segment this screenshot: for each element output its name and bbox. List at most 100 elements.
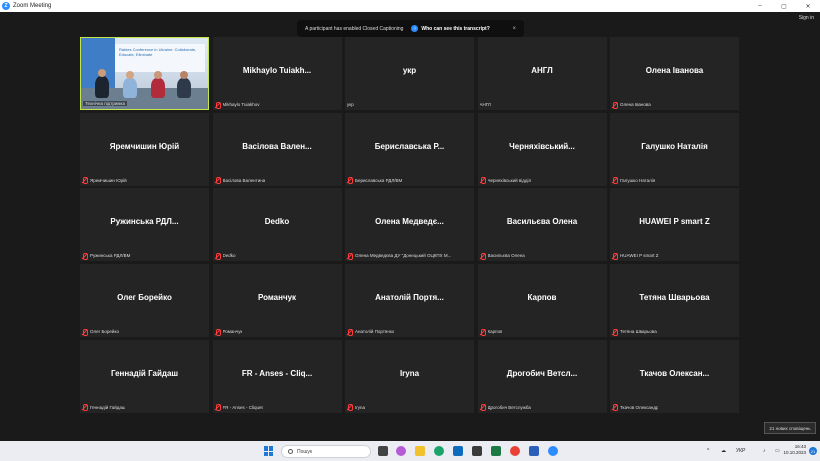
participant-tile[interactable]: Васілова Вален... Васілова Валентина — [212, 112, 342, 186]
participant-display-name: Черняхівський... — [509, 141, 575, 151]
participant-tile[interactable]: Mikhaylo Tuiakh... Mikhaylo Tuiakhov — [212, 37, 342, 110]
edge-browser-icon[interactable] — [434, 446, 444, 456]
caption-notification: A participant has enabled Closed Caption… — [297, 20, 524, 37]
participant-label-text: Ружинська РДЛ/ВМ — [90, 253, 131, 259]
participant-label-text: Dedko — [222, 253, 236, 259]
participant-tile[interactable]: Олег Борейко Олег Борейко — [80, 264, 209, 338]
participant-display-name: Карпов — [527, 293, 557, 303]
participant-tile[interactable]: Олена Іванова Олена Іванова — [610, 37, 739, 110]
participant-label-text: FR - Anses - Cliquet — [222, 404, 263, 410]
participant-label-text: HUAWEI P smart Z — [620, 253, 659, 259]
participant-name-label: Технічна підтримка — [83, 100, 128, 107]
participant-display-name: Бериславська Р... — [374, 141, 445, 151]
notification-toast[interactable]: 21 нових сповіщень — [764, 422, 816, 434]
participant-tile[interactable]: Олена Медведє... Олена Медведєва ДУ "Доне… — [345, 188, 474, 262]
participant-display-name: Mikhaylo Tuiakh... — [242, 66, 312, 75]
chrome-icon[interactable] — [510, 446, 520, 456]
participant-display-name: Геннадій Гайдаш — [110, 368, 179, 378]
muted-mic-icon — [612, 177, 618, 185]
copilot-icon[interactable] — [396, 446, 406, 456]
participant-label-text: Геннадій Гайдаш — [90, 404, 126, 410]
video-banner-text: Rabies Conference in Ukraine: Collaborat… — [119, 47, 197, 57]
participant-name-label: Геннадій Гайдаш — [82, 404, 126, 412]
participant-tile[interactable]: Яремчишин Юрій Яремчишин Юрій — [80, 112, 209, 186]
participant-tile[interactable]: Карпов Карпов — [477, 264, 607, 338]
participant-tile[interactable]: Геннадій Гайдаш Геннадій Гайдаш — [80, 339, 209, 413]
taskbar-clock[interactable]: 16:43 10.10.2023 — [783, 444, 806, 456]
person-figure — [123, 78, 137, 98]
notification-count-badge[interactable]: 21 — [809, 447, 817, 455]
muted-mic-icon — [82, 252, 88, 260]
participant-tile[interactable]: Ружинська РДЛ... Ружинська РДЛ/ВМ — [80, 188, 209, 262]
tray-chevron-icon[interactable]: ^ — [707, 441, 709, 461]
excel-icon[interactable] — [491, 446, 501, 456]
participant-tile[interactable]: Анатолій Портя... Анатолій Портянко — [345, 264, 474, 338]
participant-tile[interactable]: FR - Anses - Cliq... FR - Anses - Cliquet — [212, 339, 342, 413]
search-icon — [288, 449, 293, 454]
participant-name-label: Mikhaylo Tuiakhov — [215, 101, 260, 109]
participant-label-text: Яремчишин Юрій — [90, 177, 127, 183]
participant-label-text: Васильєва Олена — [487, 253, 525, 259]
file-explorer-icon[interactable] — [415, 446, 425, 456]
participant-tile[interactable]: Дрогобич Ветсл... Дрогобич Ветслужба — [477, 339, 607, 413]
muted-mic-icon — [215, 252, 221, 260]
participant-display-name: Яремчишин Юрій — [109, 141, 180, 151]
participant-tile[interactable]: укр укр — [345, 37, 474, 110]
participant-tile[interactable]: Бериславська Р... Бериславська РДЛ/ВМ — [345, 112, 474, 186]
muted-mic-icon — [347, 404, 353, 412]
person-figure — [95, 76, 109, 98]
maximize-button[interactable]: ▢ — [772, 0, 796, 12]
participant-tile[interactable]: Ткачов Олексан... Ткачов Олександр — [610, 339, 739, 413]
transcript-visibility-link[interactable]: Who can see this transcript? — [421, 26, 489, 32]
outlook-icon[interactable] — [453, 446, 463, 456]
language-indicator[interactable]: УКР — [736, 441, 745, 461]
close-notification-button[interactable]: × — [512, 26, 516, 32]
participant-name-label: АНГЛ — [480, 101, 491, 108]
participant-tile[interactable]: Черняхівський... Черняхівський відділ — [477, 112, 607, 186]
participant-label-text: Бериславська РДЛ/ВМ — [355, 177, 403, 183]
speaker-icon[interactable]: ♪ — [763, 441, 766, 461]
participant-label-text: АНГЛ — [479, 102, 491, 107]
sign-in-link[interactable]: Sign in — [799, 15, 814, 21]
person-head — [126, 71, 134, 79]
participant-tile[interactable]: Романчук Романчук — [212, 264, 342, 338]
participant-display-name: Галушко Наталія — [641, 141, 708, 151]
person-figure — [177, 78, 191, 98]
taskbar-search-input[interactable]: Пошук — [281, 445, 371, 458]
clock-date: 10.10.2023 — [783, 450, 806, 455]
participant-display-name: АНГЛ — [531, 66, 553, 75]
participant-display-name: Олег Борейко — [117, 293, 172, 303]
title-bar: Z Zoom Meeting – ▢ ✕ — [0, 0, 820, 12]
participant-name-label: Dedko — [215, 252, 236, 260]
participant-video-feed: Rabies Conference in Ukraine: Collaborat… — [81, 38, 208, 109]
battery-icon[interactable]: ▭ — [775, 441, 780, 461]
person-head — [180, 71, 188, 79]
window-title: Zoom Meeting — [13, 3, 52, 9]
participant-tile[interactable]: Тетяна Шварьова Тетяна Шварьова — [610, 264, 739, 338]
windows-start-icon[interactable] — [264, 446, 274, 456]
participant-tile[interactable]: Васильєва Олена Васильєва Олена — [477, 188, 607, 262]
participant-tile[interactable]: Iryna Iryna — [345, 339, 474, 413]
windows-taskbar: Пошук ^ ☁ УКР ♪ ▭ 16:43 10.10.2023 21 — [0, 441, 820, 461]
minimize-button[interactable]: – — [748, 0, 772, 12]
muted-mic-icon — [82, 177, 88, 185]
participant-display-name: укр — [402, 66, 417, 75]
participant-label-text: Iryna — [355, 404, 366, 410]
participant-name-label: Яремчишин Юрій — [82, 177, 127, 185]
participant-tile[interactable]: HUAWEI P smart Z HUAWEI P smart Z — [610, 188, 739, 262]
close-window-button[interactable]: ✕ — [796, 0, 820, 12]
task-view-icon[interactable] — [378, 446, 388, 456]
participant-name-label: Олег Борейко — [82, 328, 119, 336]
word-icon[interactable] — [529, 446, 539, 456]
participant-display-name: FR - Anses - Cliq... — [241, 368, 313, 378]
network-icon[interactable]: ☁ — [721, 441, 726, 461]
participant-tile[interactable]: Dedko Dedko — [212, 188, 342, 262]
participant-label-text: Тетяна Шварьова — [620, 329, 657, 335]
muted-mic-icon — [215, 328, 221, 336]
store-icon[interactable] — [472, 446, 482, 456]
participant-tile[interactable]: Rabies Conference in Ukraine: Collaborat… — [80, 37, 209, 110]
zoom-taskbar-icon[interactable] — [548, 446, 558, 456]
participant-tile[interactable]: АНГЛ АНГЛ — [477, 37, 607, 110]
participant-tile[interactable]: Галушко Наталія Галушко Наталія — [610, 112, 739, 186]
participant-name-label: Тетяна Шварьова — [612, 328, 657, 336]
